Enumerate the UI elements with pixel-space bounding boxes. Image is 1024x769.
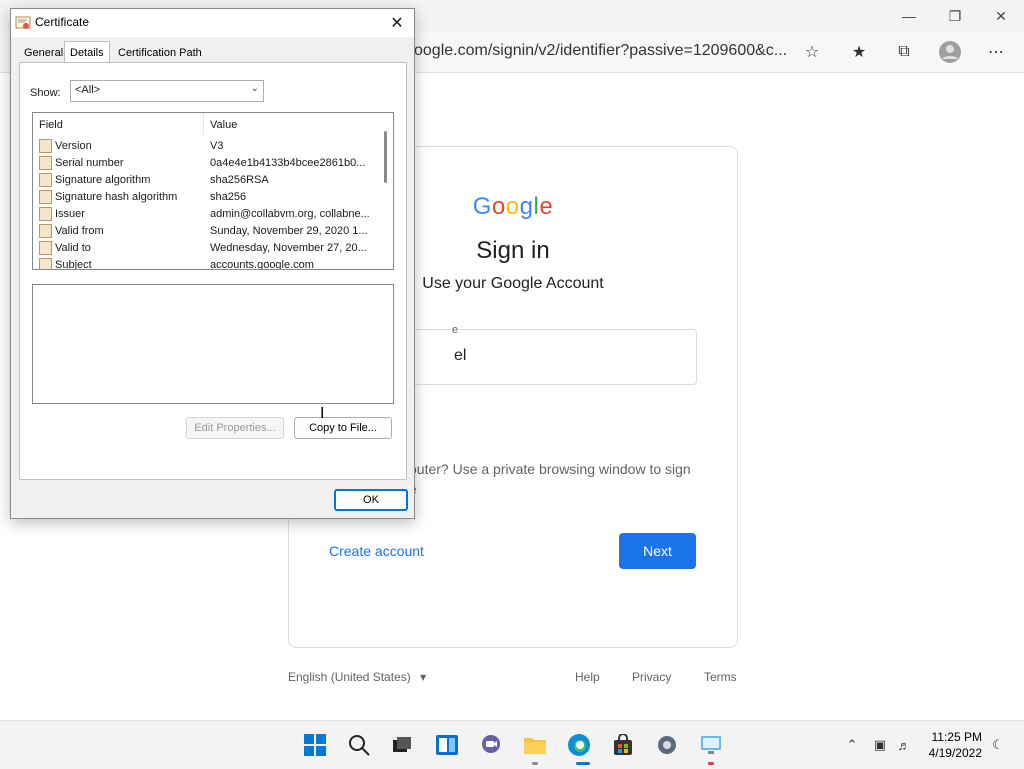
field-name: Issuer (55, 208, 85, 220)
running-indicator (532, 762, 538, 765)
remote-desktop-icon[interactable] (696, 730, 726, 760)
minimize-button[interactable]: — (886, 0, 932, 32)
collections-icon[interactable]: ⧉ (890, 38, 918, 66)
list-header: Field Value (33, 113, 376, 135)
start-icon[interactable] (300, 730, 330, 760)
field-value: Sunday, November 29, 2020 1... (210, 225, 368, 237)
privacy-link[interactable]: Privacy (632, 670, 671, 684)
field-value: sha256 (210, 191, 247, 203)
field-icon (39, 156, 52, 170)
tab-details[interactable]: Details (64, 41, 110, 64)
network-icon[interactable]: ▣ (870, 735, 890, 755)
field-value: Wednesday, November 27, 20... (210, 242, 367, 254)
field-icon (39, 207, 52, 221)
add-favorite-icon[interactable]: ☆ (798, 38, 826, 66)
certificate-fields-list[interactable]: Field Value Version V3 Serial number 0a4e4… (32, 112, 394, 270)
certificate-icon (15, 16, 31, 29)
field-name: Version (55, 140, 92, 152)
field-value: 0a4e4e1b4133b4bcee2861b0... (210, 157, 366, 169)
show-dropdown-value: <All> (75, 84, 101, 96)
list-item[interactable]: Valid from Sunday, November 29, 2020 1... (33, 223, 376, 240)
favorites-icon[interactable]: ★ (845, 38, 873, 66)
field-name: Valid to (55, 242, 91, 254)
field-name: Signature hash algorithm (55, 191, 178, 203)
taskbar: ⌃ ▣ ♬ 11:25 PM 4/19/2022 ☾ (0, 720, 1024, 769)
email-field-label: e (450, 324, 461, 336)
language-selector[interactable]: English (United States) ▾ (288, 670, 426, 684)
column-divider[interactable] (203, 113, 204, 135)
tab-certification-path[interactable]: Certification Path (113, 43, 207, 63)
dialog-close-button[interactable]: ✕ (382, 11, 412, 35)
field-value: sha256RSA (210, 174, 269, 186)
field-value: accounts.google.com (210, 259, 314, 270)
guest-mode-text: outer? Use a private browsing window to … (409, 461, 691, 477)
notification-icon[interactable]: ☾ (988, 735, 1008, 755)
restore-button[interactable]: ❐ (932, 0, 978, 32)
clock-time: 11:25 PM (931, 730, 982, 744)
list-item[interactable]: Version V3 (33, 138, 376, 155)
email-field-value: el (454, 347, 467, 364)
profile-icon[interactable] (936, 38, 964, 66)
field-name: Signature algorithm (55, 174, 151, 186)
field-value: admin@collabvm.org, collabne... (210, 208, 370, 220)
ok-button[interactable]: OK (334, 489, 408, 511)
certificate-dialog: Certificate ✕ General Details Certificat… (10, 8, 415, 519)
widgets-icon[interactable] (432, 730, 462, 760)
field-icon (39, 173, 52, 187)
task-view-icon[interactable] (387, 730, 417, 760)
settings-icon[interactable] (652, 730, 682, 760)
create-account-link[interactable]: Create account (329, 543, 424, 559)
chevron-down-icon: ⌄ (250, 83, 259, 94)
field-icon (39, 190, 52, 204)
dialog-tabs: General Details Certification Path (19, 41, 409, 64)
close-button[interactable]: ✕ (978, 0, 1024, 32)
field-icon (39, 241, 52, 255)
edge-icon[interactable] (564, 730, 594, 760)
chat-icon[interactable] (476, 730, 506, 760)
show-dropdown[interactable]: <All> ⌄ (70, 80, 264, 102)
tab-general[interactable]: General (19, 43, 68, 63)
field-icon (39, 224, 52, 238)
list-item[interactable]: Serial number 0a4e4e1b4133b4bcee2861b0... (33, 155, 376, 172)
more-icon[interactable]: ⋯ (982, 38, 1010, 66)
show-label: Show: (30, 87, 61, 99)
volume-icon[interactable]: ♬ (894, 735, 914, 755)
dialog-title: Certificate (35, 15, 90, 29)
help-link[interactable]: Help (575, 670, 600, 684)
list-item[interactable]: Valid to Wednesday, November 27, 20... (33, 240, 376, 257)
field-icon (39, 139, 52, 153)
next-button[interactable]: Next (619, 533, 696, 569)
field-icon (39, 258, 52, 269)
active-indicator (576, 762, 590, 765)
list-item[interactable]: Signature hash algorithm sha256 (33, 189, 376, 206)
column-header-value[interactable]: Value (210, 119, 237, 131)
details-panel: Show: <All> ⌄ Field Value Version V3 Seri… (19, 62, 407, 480)
search-icon[interactable] (344, 730, 374, 760)
list-scrollbar[interactable] (378, 113, 393, 269)
text-cursor-icon: I (320, 404, 325, 422)
field-value: V3 (210, 140, 224, 152)
field-name: Serial number (55, 157, 124, 169)
file-explorer-icon[interactable] (520, 730, 550, 760)
caret-down-icon: ▾ (420, 670, 427, 684)
store-icon[interactable] (608, 730, 638, 760)
list-item[interactable]: Issuer admin@collabvm.org, collabne... (33, 206, 376, 223)
list-item[interactable]: Subject accounts.google.com (33, 257, 376, 270)
list-item[interactable]: Signature algorithm sha256RSA (33, 172, 376, 189)
address-bar[interactable]: oogle.com/signin/v2/identifier?passive=1… (414, 42, 787, 60)
column-header-field[interactable]: Field (39, 119, 63, 131)
field-name: Valid from (55, 225, 104, 237)
clock-date: 4/19/2022 (928, 746, 982, 760)
language-label: English (United States) (288, 670, 411, 684)
dialog-titlebar: Certificate ✕ (11, 9, 414, 37)
taskbar-clock[interactable]: 11:25 PM 4/19/2022 (929, 729, 982, 761)
terms-link[interactable]: Terms (704, 670, 737, 684)
field-name: Subject (55, 259, 92, 270)
copy-to-file-button[interactable]: Copy to File... (294, 417, 392, 439)
running-indicator (708, 762, 714, 765)
field-detail-textbox[interactable] (32, 284, 394, 404)
chevron-up-icon[interactable]: ⌃ (842, 735, 862, 755)
scrollbar-thumb[interactable] (384, 131, 387, 183)
edit-properties-button[interactable]: Edit Properties... (186, 417, 284, 439)
